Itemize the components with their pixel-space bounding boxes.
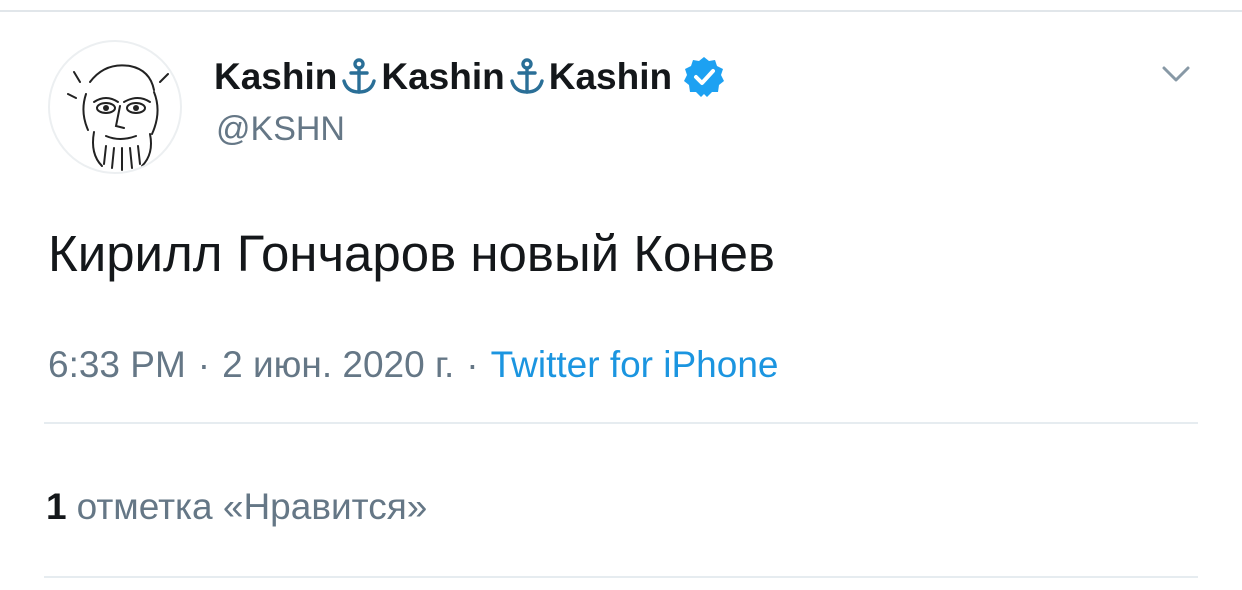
anchor-icon bbox=[507, 57, 547, 97]
tweet-source-link[interactable]: Twitter for iPhone bbox=[491, 344, 779, 385]
tweet-meta: 6:33 PM · 2 июн. 2020 г. · Twitter for iPhon… bbox=[48, 344, 778, 386]
author-display-name[interactable]: Kashin Kashin Kashin bbox=[214, 50, 726, 104]
chevron-down-icon[interactable] bbox=[1158, 56, 1194, 92]
tweet-time[interactable]: 6:33 PM bbox=[48, 344, 186, 385]
top-divider bbox=[0, 10, 1242, 12]
author-name-part: Kashin bbox=[214, 56, 338, 97]
likes-count: 1 bbox=[46, 486, 67, 527]
author-name-part: Kashin bbox=[381, 56, 505, 97]
meta-separator: · bbox=[197, 344, 211, 385]
anchor-icon bbox=[339, 57, 379, 97]
sketch-portrait-icon bbox=[67, 64, 169, 171]
verified-badge-icon bbox=[682, 55, 726, 99]
avatar[interactable] bbox=[48, 40, 182, 174]
divider bbox=[44, 576, 1198, 578]
meta-separator: · bbox=[466, 344, 479, 385]
author-handle[interactable]: @KSHN bbox=[216, 110, 345, 149]
divider bbox=[44, 422, 1198, 424]
likes-stat[interactable]: 1 отметка «Нравится» bbox=[46, 486, 427, 528]
likes-label: отметка «Нравится» bbox=[76, 486, 428, 527]
author-name-part: Kashin bbox=[548, 56, 673, 97]
tweet-text: Кирилл Гончаров новый Конев bbox=[48, 225, 776, 282]
tweet-date[interactable]: 2 июн. 2020 г. bbox=[222, 344, 454, 385]
